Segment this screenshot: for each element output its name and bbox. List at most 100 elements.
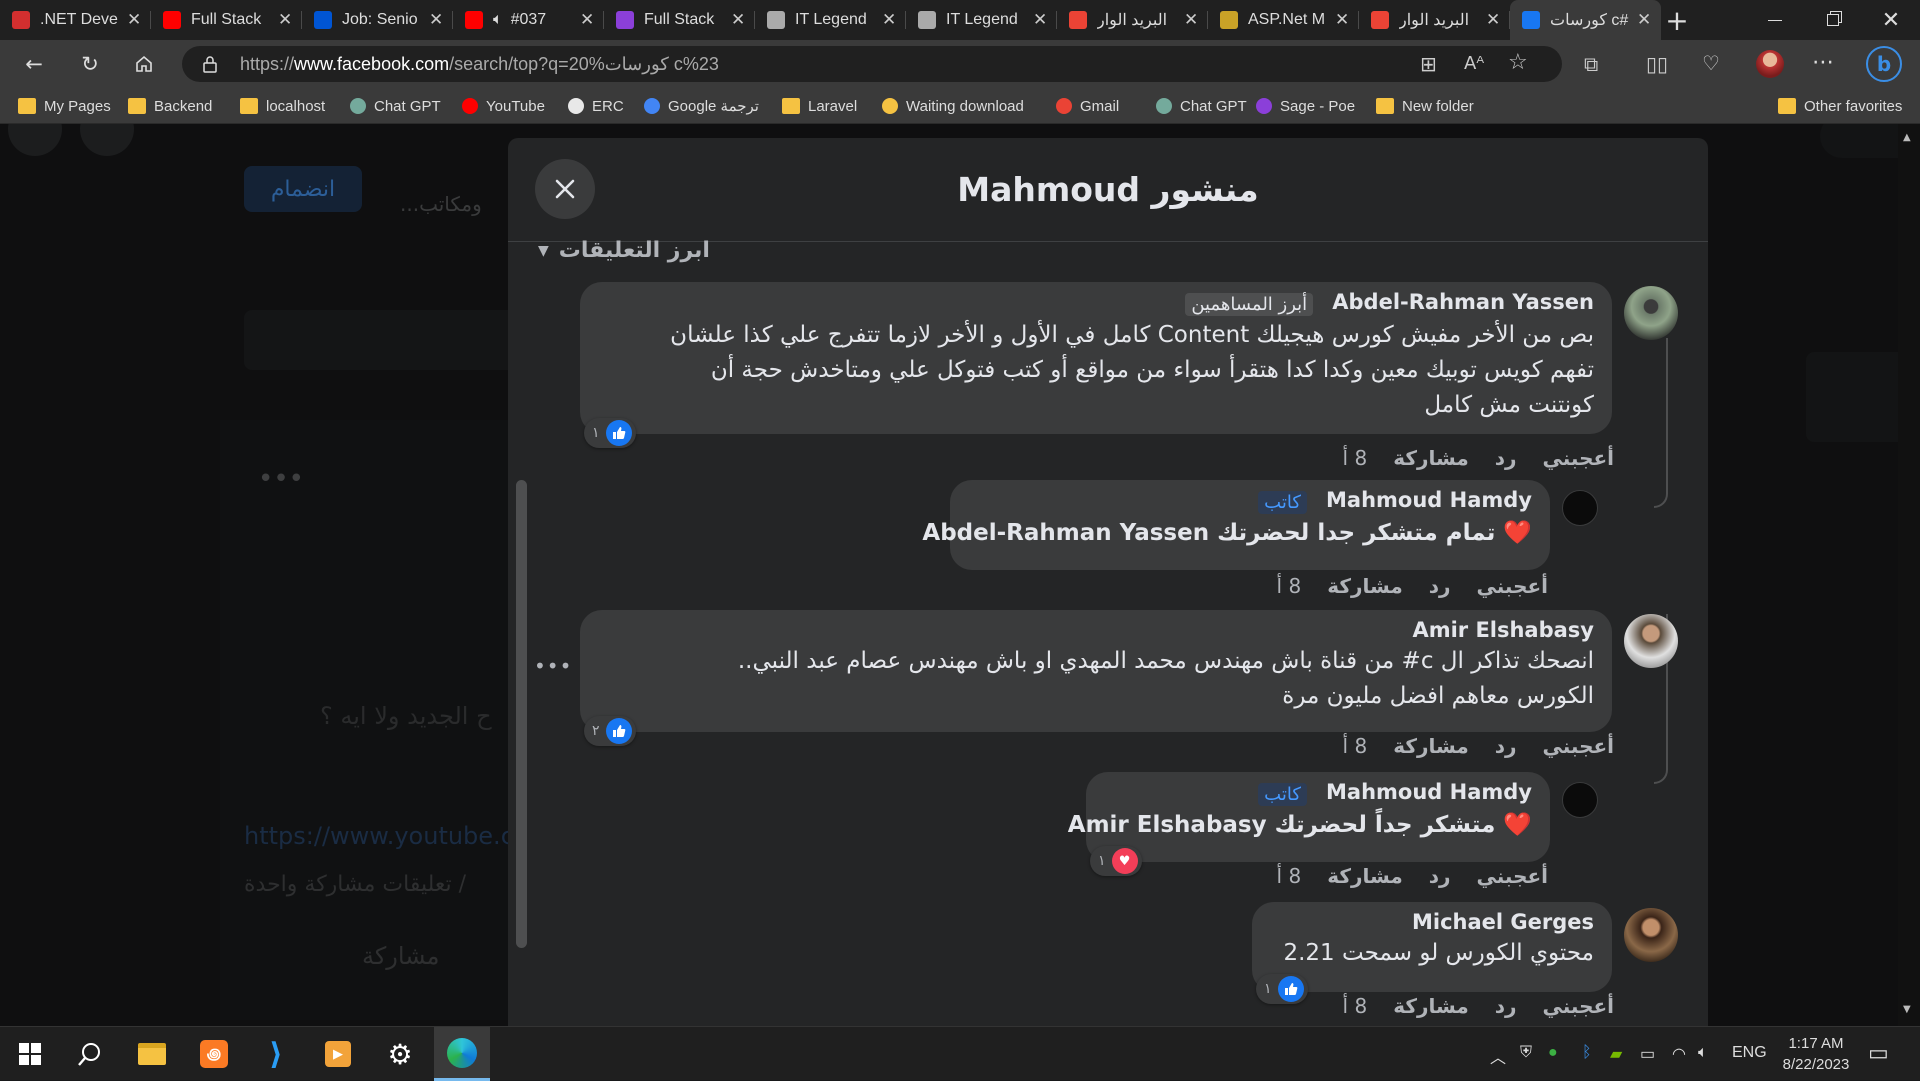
browser-tab[interactable]: كورسات c# ✕ [1510, 0, 1661, 40]
bookmark-other-favorites[interactable]: Other favorites [1778, 95, 1902, 117]
taskbar-xampp[interactable]: ꩜ [186, 1027, 242, 1081]
comment-time[interactable]: 8 أ [1277, 574, 1302, 598]
like-link[interactable]: أعجبني [1543, 446, 1615, 470]
avatar[interactable] [1624, 908, 1678, 962]
nvidia-icon[interactable]: ▰ [1610, 1044, 1622, 1064]
bookmark-item[interactable]: YouTube [462, 95, 545, 117]
clock[interactable]: 1:17 AM 8/22/2023 [1768, 1033, 1864, 1075]
like-link[interactable]: أعجبني [1543, 994, 1615, 1018]
tray-overflow-icon[interactable]: ︿ [1490, 1044, 1506, 1068]
read-aloud-icon[interactable]: Aᴬ [1464, 53, 1484, 74]
close-tab-icon[interactable]: ✕ [278, 10, 292, 30]
bookmark-item[interactable]: Laravel [782, 95, 857, 117]
bookmark-item[interactable]: Backend [128, 95, 212, 117]
close-window-button[interactable]: ✕ [1862, 0, 1920, 40]
post-options-icon[interactable]: ••• [258, 464, 304, 494]
bookmark-item[interactable]: localhost [240, 95, 325, 117]
taskbar-media-player[interactable]: ▶ [310, 1027, 366, 1081]
comment-options-icon[interactable]: ••• [534, 654, 572, 678]
back-button[interactable]: ← [18, 48, 50, 80]
browser-tab[interactable]: IT Legend ✕ [755, 0, 906, 40]
comment-author[interactable]: Mahmoud Hamdy [1326, 488, 1532, 512]
search-button[interactable] [62, 1027, 118, 1081]
home-button[interactable] [128, 48, 160, 80]
bluetooth-icon[interactable]: ᛒ [1582, 1044, 1592, 1062]
refresh-button[interactable]: ↻ [74, 48, 106, 80]
reaction-summary[interactable]: ١ ♥ [1090, 846, 1142, 876]
reaction-summary[interactable]: ٢ [584, 716, 636, 746]
post-share-button[interactable]: مشاركة [362, 942, 439, 970]
notifications-icon[interactable]: ▭ [1868, 1040, 1889, 1066]
bookmark-item[interactable]: Waiting download [882, 95, 1024, 117]
share-link[interactable]: مشاركة [1393, 446, 1469, 470]
bookmark-item[interactable]: My Pages [18, 95, 111, 117]
avatar[interactable] [1562, 782, 1598, 818]
share-link[interactable]: مشاركة [1393, 734, 1469, 758]
join-group-button[interactable]: انضمام [244, 166, 362, 212]
menu-grid-icon[interactable] [80, 124, 134, 156]
split-screen-icon[interactable]: ▯▯ [1646, 52, 1668, 76]
avatar[interactable] [1562, 490, 1598, 526]
reply-link[interactable]: رد [1495, 446, 1517, 470]
comment-time[interactable]: 8 أ [1343, 446, 1368, 470]
avatar[interactable] [1624, 286, 1678, 340]
bookmark-item[interactable]: ERC [568, 95, 624, 117]
reply-link[interactable]: رد [1495, 994, 1517, 1018]
comment-author[interactable]: Amir Elshabasy [1412, 618, 1594, 642]
comment-time[interactable]: 8 أ [1343, 734, 1368, 758]
comment-time[interactable]: 8 أ [1277, 864, 1302, 888]
bing-icon[interactable]: b [1866, 46, 1902, 82]
comment-author[interactable]: Michael Gerges [1412, 910, 1594, 934]
bookmark-item[interactable]: Sage - Poe [1256, 95, 1355, 117]
like-link[interactable]: أعجبني [1477, 864, 1549, 888]
close-tab-icon[interactable]: ✕ [1335, 10, 1349, 30]
close-tab-icon[interactable]: ✕ [1486, 10, 1500, 30]
address-bar[interactable]: https://www.facebook.com/search/top?q=20… [182, 46, 1562, 82]
bookmark-item[interactable]: New folder [1376, 95, 1474, 117]
reply-link[interactable]: رد [1495, 734, 1517, 758]
scroll-up-icon[interactable]: ▲ [1903, 132, 1911, 143]
bookmark-item[interactable]: Google ترجمة [644, 95, 759, 117]
audio-playing-icon[interactable]: 🔈︎ [493, 11, 503, 29]
favorite-star-icon[interactable]: ☆ [1508, 50, 1528, 75]
apps-icon[interactable]: ⊞ [1420, 52, 1437, 76]
close-tab-icon[interactable]: ✕ [429, 10, 443, 30]
taskbar-vscode[interactable]: ⟩ [248, 1027, 304, 1081]
like-link[interactable]: أعجبني [1543, 734, 1615, 758]
taskbar-file-explorer[interactable] [124, 1027, 180, 1081]
close-tab-icon[interactable]: ✕ [127, 10, 141, 30]
health-icon[interactable]: ♡ [1702, 51, 1720, 75]
post-link[interactable]: https://www.youtube.co [244, 822, 529, 850]
bookmark-item[interactable]: Chat GPT [350, 95, 441, 117]
browser-tab[interactable]: .NET Deve ✕ [0, 0, 151, 40]
taskbar-edge[interactable] [434, 1027, 490, 1081]
minimize-button[interactable] [1746, 0, 1804, 40]
start-button[interactable] [2, 1027, 58, 1081]
volume-icon[interactable]: 🔈︎ [1698, 1044, 1708, 1062]
extensions-icon[interactable]: ⧉ [1584, 52, 1598, 76]
messenger-icon[interactable] [8, 124, 62, 156]
comment-author[interactable]: Mahmoud Hamdy [1326, 780, 1532, 804]
language-indicator[interactable]: ENG [1732, 1044, 1767, 1062]
browser-tab[interactable]: IT Legend ✕ [906, 0, 1057, 40]
wifi-icon[interactable]: ◠ [1672, 1044, 1686, 1064]
close-tab-icon[interactable]: ✕ [1637, 10, 1651, 30]
scroll-down-icon[interactable]: ▼ [1903, 1004, 1911, 1015]
comment-author[interactable]: Abdel-Rahman Yassen [1332, 290, 1594, 314]
browser-tab[interactable]: Full Stack ✕ [151, 0, 302, 40]
browser-tab[interactable]: البريد الوار ✕ [1359, 0, 1510, 40]
comment-sort-dropdown[interactable]: ▼ ابرز التعليقات [538, 238, 710, 263]
bookmark-item[interactable]: Gmail [1056, 95, 1119, 117]
battery-icon[interactable]: ▭ [1640, 1044, 1655, 1064]
browser-tab[interactable]: 🔈︎ #037 ✕ [453, 0, 604, 40]
more-menu-icon[interactable]: ⋯ [1812, 50, 1834, 75]
close-tab-icon[interactable]: ✕ [1184, 10, 1198, 30]
profile-avatar[interactable] [1756, 50, 1784, 78]
like-link[interactable]: أعجبني [1477, 574, 1549, 598]
share-link[interactable]: مشاركة [1327, 864, 1403, 888]
browser-tab[interactable]: Job: Senio ✕ [302, 0, 453, 40]
reply-link[interactable]: رد [1429, 864, 1451, 888]
share-link[interactable]: مشاركة [1327, 574, 1403, 598]
taskbar-settings[interactable]: ⚙ [372, 1027, 428, 1081]
close-tab-icon[interactable]: ✕ [731, 10, 745, 30]
